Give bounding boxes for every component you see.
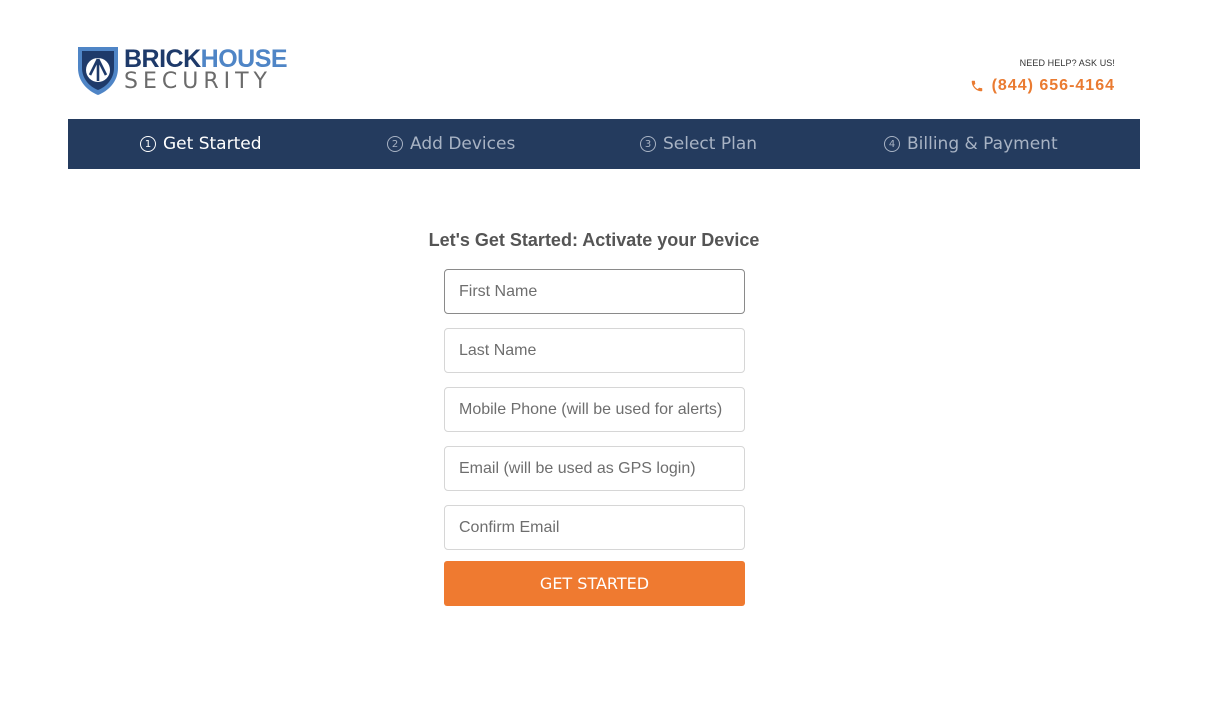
get-started-button[interactable]: GET STARTED [444,561,745,606]
help-contact: NEED HELP? ASK US! (844) 656-4164 [970,58,1115,95]
activation-form: GET STARTED [444,269,745,606]
step-label: Billing & Payment [907,134,1058,154]
confirm-email-input[interactable] [444,505,745,550]
step-get-started[interactable]: 1 Get Started [140,119,261,169]
step-label: Add Devices [410,134,516,154]
brand-name-line1: BRICKHOUSE [124,47,288,72]
mobile-phone-input[interactable] [444,387,745,432]
step-billing-payment[interactable]: 4 Billing & Payment [884,119,1058,169]
step-number-badge: 2 [387,136,403,152]
site-header: BRICKHOUSE SECURITY NEED HELP? ASK US! (… [0,0,1230,119]
last-name-input[interactable] [444,328,745,373]
help-phone-link[interactable]: (844) 656-4164 [970,77,1115,95]
shield-logo-icon [78,47,118,95]
step-number-badge: 1 [140,136,156,152]
step-add-devices[interactable]: 2 Add Devices [387,119,515,169]
step-number-badge: 4 [884,136,900,152]
help-phone-number: (844) 656-4164 [991,77,1115,94]
step-label: Select Plan [663,134,758,154]
brand-logo[interactable]: BRICKHOUSE SECURITY [76,44,288,96]
page-title: Let's Get Started: Activate your Device [428,230,760,250]
progress-steps-bar: 1 Get Started 2 Add Devices 3 Select Pla… [68,119,1140,169]
help-label: NEED HELP? ASK US! [1019,58,1115,68]
brand-name-line2: SECURITY [124,69,272,94]
step-number-badge: 3 [640,136,656,152]
first-name-input[interactable] [444,269,745,314]
email-input[interactable] [444,446,745,491]
brand-wordmark: BRICKHOUSE SECURITY [124,47,288,94]
step-select-plan[interactable]: 3 Select Plan [640,119,757,169]
phone-icon [971,80,982,92]
step-label: Get Started [163,134,262,154]
